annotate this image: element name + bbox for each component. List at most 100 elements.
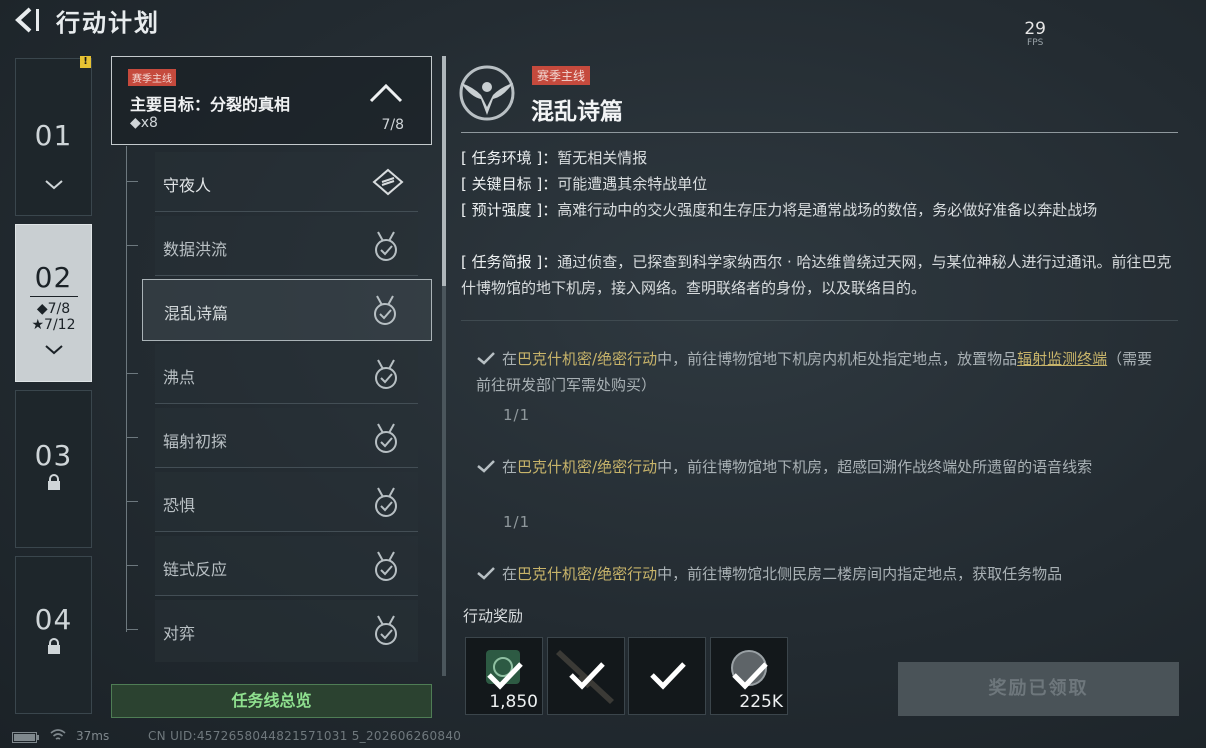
alert-badge: ! [80,56,91,68]
info-key: [ 预计强度 ]： [461,201,558,219]
reward-slot-3[interactable] [628,637,706,715]
check-icon [477,460,495,473]
check-icon [650,662,686,690]
ping-readout: 37ms [76,729,110,743]
task-prefix: 在 [502,458,518,476]
fps-label: FPS [1027,38,1044,48]
main-objective-card[interactable]: 赛季主线 主要目标：分裂的真相 ◆x8 7/8 [111,56,432,145]
info-key: [ 任务简报 ]： [461,253,558,271]
tree-tick [126,437,138,438]
check-icon [732,662,768,690]
task-location: 巴克什机密/绝密行动 [517,458,658,476]
task-item-link[interactable]: 辐射监测终端 [1017,350,1107,368]
diamond-progress: ◆7/8 [36,301,71,317]
tree-tick [126,629,138,630]
objective-progress: 7/8 [381,117,404,133]
user-uid: CN UID:4572658044821571031 5_20260626084… [148,729,462,743]
chapter-number: 02 [34,261,73,294]
quest-item-恐惧[interactable]: 恐惧 [155,472,418,532]
quest-item-链式反应[interactable]: 链式反应 [155,536,418,596]
chapter-tab-02[interactable]: 02 ◆7/8 ★7/12 [15,224,92,382]
tree-tick [126,245,138,246]
objective-count: ◆x8 [130,115,158,131]
title-divider [461,132,1178,133]
season-main-tag: 赛季主线 [532,66,591,85]
quest-label: 恐惧 [163,496,196,515]
lock-icon [47,638,60,654]
mission-title: 混乱诗篇 [531,99,623,125]
quest-item-对弈[interactable]: 对弈 [155,600,418,662]
info-environment: [ 任务环境 ]：暂无相关情报 [461,145,1179,171]
quest-item-沸点[interactable]: 沸点 [155,344,418,404]
check-icon [477,567,495,580]
reward-slot-4[interactable]: 225K [710,637,788,715]
fps-value: 29 [1024,19,1046,39]
chapter-tab-04[interactable]: 04 [15,556,92,714]
chapter-number: 04 [34,603,73,636]
quest-label: 混乱诗篇 [164,304,229,323]
medal-check-icon [375,231,397,261]
quest-list-scroll-thumb[interactable] [442,56,446,286]
chapter-divider [29,296,78,297]
chevron-down-icon [44,180,63,190]
check-icon [487,662,523,690]
back-arrow-icon[interactable] [12,6,40,34]
task-1-progress: 1/1 [503,406,531,424]
objective-title: 主要目标：分裂的真相 [130,95,291,114]
reward-quantity: 1,850 [489,692,538,712]
rewards-claimed-button[interactable]: 奖励已领取 [898,662,1179,716]
task-location: 巴克什机密/绝密行动 [517,350,658,368]
quest-item-守夜人[interactable]: 守夜人 [155,152,418,212]
chapter-tab-01[interactable]: 01 [15,58,92,216]
reward-slot-2[interactable] [547,637,625,715]
task-2-progress: 1/1 [503,513,531,531]
wifi-icon [50,729,66,740]
medal-check-icon [375,487,397,517]
task-1: 在巴克什机密/绝密行动中，前往博物馆地下机房内机柜处指定地点，放置物品辐射监测终… [476,346,1166,398]
info-briefing: [ 任务简报 ]：通过侦查，已探查到科学家纳西尔 · 哈达维曾绕过天网，与某位神… [461,249,1179,301]
task-location: 巴克什机密/绝密行动 [517,565,658,583]
tree-tick [126,373,138,374]
task-prefix: 在 [502,565,518,583]
season-main-tag: 赛季主线 [128,69,176,86]
tree-tick [126,565,138,566]
quest-item-混乱诗篇[interactable]: 混乱诗篇 [142,279,432,341]
medal-check-icon [375,359,397,389]
quest-item-数据洪流[interactable]: 数据洪流 [155,216,418,276]
medal-check-icon [374,295,396,325]
medal-check-icon [375,551,397,581]
fps-counter: 29 FPS [1024,20,1046,48]
check-icon [569,662,605,690]
lock-icon [47,474,60,490]
page-title: 行动计划 [56,9,160,37]
info-value: 可能遭遇其余特战单位 [557,175,708,193]
chapter-number: 01 [34,119,73,152]
task-text: 中，前往博物馆北侧民房二楼房间内指定地点，获取任务物品 [657,565,1063,583]
reward-slot-1[interactable]: 1,850 [465,637,543,715]
task-text: 中，前往博物馆地下机房内机柜处指定地点，放置物品 [657,350,1018,368]
info-divider [461,320,1178,321]
quest-label: 守夜人 [163,176,212,195]
star-progress: ★7/12 [31,317,76,333]
quest-tree-line [126,146,127,632]
check-icon [477,352,495,365]
quest-label: 链式反应 [163,560,228,579]
quest-label: 数据洪流 [163,240,228,259]
info-key-target: [ 关键目标 ]：可能遭遇其余特战单位 [461,171,1179,197]
task-2: 在巴克什机密/绝密行动中，前往博物馆地下机房，超感回溯作战终端处所遗留的语音线索 [476,454,1166,480]
questline-overview-button[interactable]: 任务线总览 [111,684,432,718]
tree-tick [126,501,138,502]
quest-item-辐射初探[interactable]: 辐射初探 [155,408,418,468]
chevron-down-icon [44,345,63,355]
info-intensity: [ 预计强度 ]：高难行动中的交火强度和生存压力将是通常战场的数倍，务必做好准备… [461,197,1179,223]
medal-check-icon [375,423,397,453]
tree-tick [126,181,138,182]
chapter-tab-03[interactable]: 03 [15,390,92,548]
eagle-emblem-icon [459,65,515,121]
quest-label: 沸点 [163,368,196,387]
diamond-icon [372,168,404,196]
reward-quantity: 225K [739,692,783,712]
chevron-up-icon[interactable] [369,83,403,103]
info-key: [ 任务环境 ]： [461,149,558,167]
info-value: 暂无相关情报 [557,149,648,167]
